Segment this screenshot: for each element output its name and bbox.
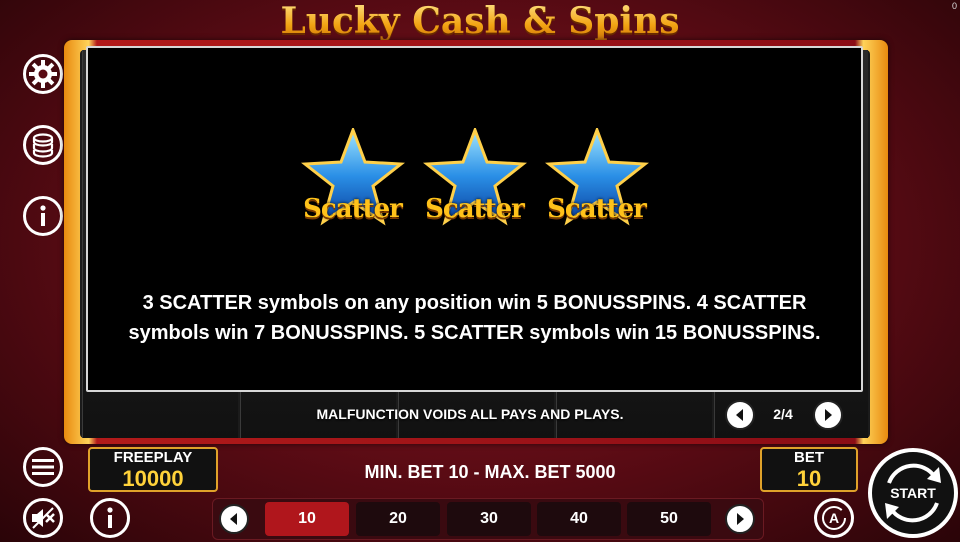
bet-option[interactable]: 10 bbox=[265, 502, 349, 536]
coins-button[interactable] bbox=[23, 125, 63, 165]
paytable-description: 3 SCATTER symbols on any position win 5 … bbox=[128, 292, 821, 344]
bet-selector: 10 20 30 40 50 bbox=[212, 498, 764, 540]
freeplay-label: FREEPLAY bbox=[113, 449, 193, 466]
bet-option[interactable]: 40 bbox=[537, 502, 621, 536]
malfunction-notice: MALFUNCTION VOIDS ALL PAYS AND PLAYS. bbox=[316, 406, 624, 422]
next-page-button[interactable] bbox=[813, 400, 843, 430]
svg-text:A: A bbox=[829, 510, 839, 526]
bet-label: BET bbox=[794, 449, 824, 466]
bet-panel: BET 10 bbox=[760, 447, 858, 492]
scatter-symbols: Scatter Scatter Scatter bbox=[88, 128, 861, 238]
scatter-symbol: Scatter bbox=[544, 128, 649, 238]
bet-prev-button[interactable] bbox=[219, 504, 249, 534]
start-button[interactable]: START bbox=[868, 448, 958, 538]
paytable-panel: Scatter Scatter Scatter 3 SCATTER symbol… bbox=[86, 46, 863, 392]
chevron-left-icon bbox=[230, 513, 237, 525]
coins-icon bbox=[32, 133, 54, 158]
chevron-right-icon bbox=[825, 409, 832, 421]
bet-option[interactable]: 50 bbox=[627, 502, 711, 536]
bet-value: 10 bbox=[796, 466, 822, 491]
start-label: START bbox=[890, 485, 936, 501]
info-icon bbox=[107, 507, 113, 528]
scatter-label: Scatter bbox=[303, 194, 403, 224]
bet-limits: MIN. BET 10 - MAX. BET 5000 bbox=[364, 462, 616, 482]
game-info-button[interactable] bbox=[90, 498, 130, 538]
settings-button[interactable] bbox=[23, 54, 63, 94]
page-indicator: 2/4 bbox=[773, 406, 793, 422]
gear-icon bbox=[29, 60, 57, 88]
scatter-label: Scatter bbox=[547, 194, 647, 224]
info-icon bbox=[40, 205, 46, 226]
bet-option[interactable]: 30 bbox=[447, 502, 531, 536]
freeplay-panel: FREEPLAY 10000 bbox=[88, 447, 218, 492]
scatter-label: Scatter bbox=[425, 194, 525, 224]
hamburger-menu-icon bbox=[32, 459, 54, 475]
scatter-symbol: Scatter bbox=[422, 128, 527, 238]
freeplay-value: 10000 bbox=[122, 466, 184, 491]
chevron-right-icon bbox=[737, 513, 744, 525]
menu-button[interactable] bbox=[23, 447, 63, 487]
corner-counter: 0 bbox=[951, 1, 957, 11]
info-button[interactable] bbox=[23, 196, 63, 236]
prev-page-button[interactable] bbox=[725, 400, 755, 430]
autoplay-icon: A bbox=[822, 506, 846, 530]
sound-toggle-button[interactable] bbox=[23, 498, 63, 538]
paytable-pager: 2/4 bbox=[725, 400, 845, 430]
sound-muted-icon bbox=[32, 507, 55, 529]
info-bar: MALFUNCTION VOIDS ALL PAYS AND PLAYS. 2/… bbox=[80, 394, 870, 438]
game-title: Lucky Cash & Spins bbox=[0, 0, 960, 42]
autoplay-button[interactable]: A bbox=[814, 498, 854, 538]
bet-option[interactable]: 20 bbox=[356, 502, 440, 536]
bet-next-button[interactable] bbox=[725, 504, 755, 534]
chevron-left-icon bbox=[736, 409, 743, 421]
scatter-symbol: Scatter bbox=[300, 128, 405, 238]
